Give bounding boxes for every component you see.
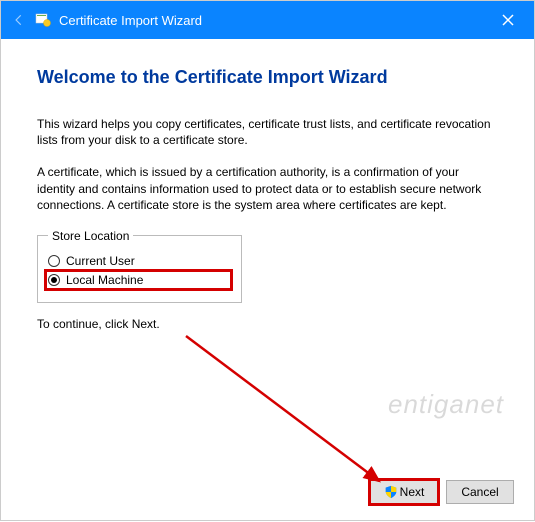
cancel-button-label: Cancel	[461, 485, 498, 499]
titlebar: Certificate Import Wizard	[1, 1, 534, 39]
next-button-label: Next	[400, 485, 425, 499]
cancel-button[interactable]: Cancel	[446, 480, 514, 504]
watermark: entiganet	[388, 389, 504, 420]
radio-current-user[interactable]: Current User	[48, 254, 231, 268]
intro-paragraph-1: This wizard helps you copy certificates,…	[37, 116, 498, 148]
radio-label: Current User	[66, 254, 135, 268]
store-location-group: Store Location Current User Local Machin…	[37, 229, 242, 303]
page-heading: Welcome to the Certificate Import Wizard	[37, 67, 498, 88]
store-location-legend: Store Location	[48, 229, 133, 243]
wizard-content: Welcome to the Certificate Import Wizard…	[1, 39, 534, 331]
radio-label: Local Machine	[66, 273, 143, 287]
uac-shield-icon	[384, 485, 398, 499]
certificate-wizard-icon	[35, 12, 51, 28]
back-button[interactable]	[9, 10, 29, 30]
radio-icon	[48, 255, 60, 267]
button-row: Next Cancel	[370, 480, 514, 504]
continue-hint: To continue, click Next.	[37, 317, 498, 331]
radio-local-machine[interactable]: Local Machine	[46, 271, 231, 289]
next-button[interactable]: Next	[370, 480, 438, 504]
radio-icon	[48, 274, 60, 286]
intro-paragraph-2: A certificate, which is issued by a cert…	[37, 164, 498, 213]
window-title: Certificate Import Wizard	[59, 13, 202, 28]
close-button[interactable]	[490, 6, 526, 34]
